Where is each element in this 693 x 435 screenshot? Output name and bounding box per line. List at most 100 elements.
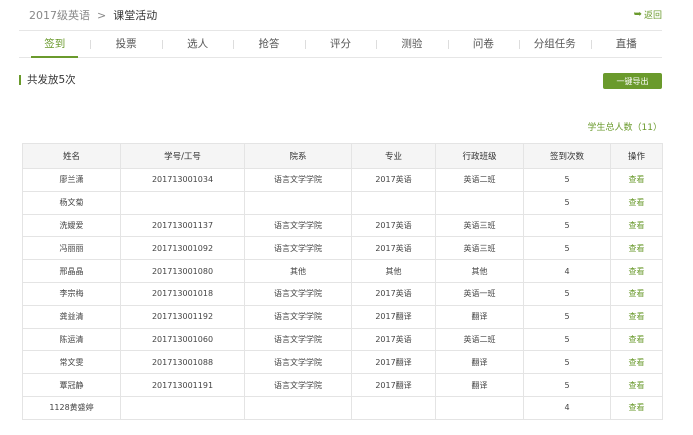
table-cell: 其他 <box>435 259 524 283</box>
summary-marker <box>19 74 21 85</box>
table-cell: 陈运清 <box>22 327 121 352</box>
table-cell: 语言文学学院 <box>244 304 352 329</box>
column-header: 姓名 <box>22 143 121 169</box>
table-cell: 语言文学学院 <box>244 236 352 261</box>
view-link[interactable]: 查看 <box>610 190 663 215</box>
table-cell <box>435 395 524 420</box>
table-row: 李宗梅 201713001018 语言文学学院 2017英语 英语一班 5 查看 <box>22 281 663 306</box>
table-cell: 5 <box>523 168 611 192</box>
table-cell: 2017英语 <box>351 236 436 261</box>
table-cell: 201713001018 <box>120 281 245 306</box>
view-link[interactable]: 查看 <box>610 304 663 329</box>
view-link[interactable]: 查看 <box>610 213 663 238</box>
table-cell: 语言文学学院 <box>244 327 352 352</box>
tab-1[interactable]: 投票 <box>90 31 161 57</box>
table-cell: 英语三班 <box>435 236 524 261</box>
tab-0[interactable]: 签到 <box>19 31 90 58</box>
table-cell: 2017英语 <box>351 213 436 238</box>
view-link[interactable]: 查看 <box>610 373 663 397</box>
table-cell: 201713001092 <box>120 236 245 261</box>
tab-2[interactable]: 选人 <box>161 31 233 57</box>
table-cell: 英语二班 <box>435 327 524 352</box>
view-link[interactable]: 查看 <box>610 259 663 283</box>
table-row: 邢晶晶 201713001080 其他 其他 其他 4 查看 <box>22 259 663 283</box>
table-cell <box>120 395 245 420</box>
table-cell: 201713001060 <box>120 327 245 352</box>
back-button[interactable]: ➥ 返回 <box>634 8 662 21</box>
table-row: 廖兰潇 201713001034 语言文学学院 2017英语 英语二班 5 查看 <box>22 168 663 192</box>
tab-7[interactable]: 分组任务 <box>519 31 590 57</box>
table-cell: 语言文学学院 <box>244 350 352 375</box>
table-cell: 2017翻译 <box>351 304 436 329</box>
tab-8[interactable]: 直播 <box>590 31 662 57</box>
breadcrumb-current: 课堂活动 <box>113 9 158 22</box>
table-cell: 其他 <box>244 259 352 283</box>
table-row: 龚益清 201713001192 语言文学学院 2017翻译 翻译 5 查看 <box>22 304 663 329</box>
back-label: 返回 <box>643 11 662 21</box>
table-cell: 201713001192 <box>120 304 245 329</box>
table-cell: 英语一班 <box>435 281 524 306</box>
view-link[interactable]: 查看 <box>610 168 663 192</box>
table-cell: 常文雯 <box>22 350 121 375</box>
column-header: 专业 <box>351 143 436 169</box>
table-row: 冯丽丽 201713001092 语言文学学院 2017英语 英语三班 5 查看 <box>22 236 663 261</box>
table-cell <box>435 190 524 215</box>
table-cell: 冯丽丽 <box>22 236 121 261</box>
table-cell: 201713001034 <box>120 168 245 192</box>
column-header: 签到次数 <box>523 143 611 169</box>
table-cell: 201713001088 <box>120 350 245 375</box>
table-cell: 邢晶晶 <box>22 259 121 283</box>
table-cell: 201713001191 <box>120 373 245 397</box>
tab-6[interactable]: 问卷 <box>447 31 519 57</box>
table-cell: 4 <box>523 259 611 283</box>
table-cell: 语言文学学院 <box>244 213 352 238</box>
table-cell: 5 <box>523 190 611 215</box>
table-cell: 2017英语 <box>351 168 436 192</box>
table-cell: 翻译 <box>435 373 524 397</box>
table-cell: 5 <box>523 304 611 329</box>
table-cell: 2017英语 <box>351 327 436 352</box>
table-cell: 2017英语 <box>351 281 436 306</box>
tab-4[interactable]: 评分 <box>304 31 376 57</box>
table-header-row: 姓名 学号/工号 院系 专业 行政班级 签到次数 操作 <box>22 143 663 169</box>
table-cell: 2017翻译 <box>351 373 436 397</box>
table-cell: 其他 <box>351 259 436 283</box>
attendance-table: 姓名 学号/工号 院系 专业 行政班级 签到次数 操作 廖兰潇 201713001034 语言文… <box>22 143 663 420</box>
table-cell: 4 <box>523 395 611 420</box>
table-cell: 英语三班 <box>435 213 524 238</box>
table-cell <box>244 395 352 420</box>
column-header: 学号/工号 <box>120 143 245 169</box>
column-header: 操作 <box>610 143 663 169</box>
back-arrow-icon: ➥ <box>633 9 642 20</box>
table-cell: 语言文学学院 <box>244 281 352 306</box>
table-cell: 201713001137 <box>120 213 245 238</box>
view-link[interactable]: 查看 <box>610 236 663 261</box>
table-cell: 5 <box>523 350 611 375</box>
table-row: 常文雯 201713001088 语言文学学院 2017翻译 翻译 5 查看 <box>22 350 663 375</box>
column-header: 行政班级 <box>435 143 524 169</box>
table-cell: 5 <box>523 373 611 397</box>
table-cell: 语言文学学院 <box>244 373 352 397</box>
table-cell <box>351 190 436 215</box>
table-cell: 5 <box>523 327 611 352</box>
table-cell: 翻译 <box>435 304 524 329</box>
table-cell <box>351 395 436 420</box>
view-link[interactable]: 查看 <box>610 350 663 375</box>
tab-3[interactable]: 抢答 <box>233 31 304 57</box>
view-link[interactable]: 查看 <box>610 327 663 352</box>
breadcrumb: 2017级英语 > 课堂活动 <box>29 7 157 23</box>
table-cell <box>244 190 352 215</box>
tab-5[interactable]: 测验 <box>376 31 447 57</box>
view-link[interactable]: 查看 <box>610 281 663 306</box>
export-button[interactable]: 一键导出 <box>603 73 662 89</box>
table-cell: 5 <box>523 213 611 238</box>
breadcrumb-course[interactable]: 2017级英语 <box>29 7 90 23</box>
table-cell: 1128黄盛婷 <box>22 395 121 420</box>
table-row: 覃冠静 201713001191 语言文学学院 2017翻译 翻译 5 查看 <box>22 373 663 397</box>
table-cell: 英语二班 <box>435 168 524 192</box>
table-row: 陈运清 201713001060 语言文学学院 2017英语 英语二班 5 查看 <box>22 327 663 352</box>
view-link[interactable]: 查看 <box>610 395 663 420</box>
table-cell: 龚益清 <box>22 304 121 329</box>
summary: 共发放5次 <box>19 72 76 87</box>
summary-text: 共发放5次 <box>27 74 76 86</box>
